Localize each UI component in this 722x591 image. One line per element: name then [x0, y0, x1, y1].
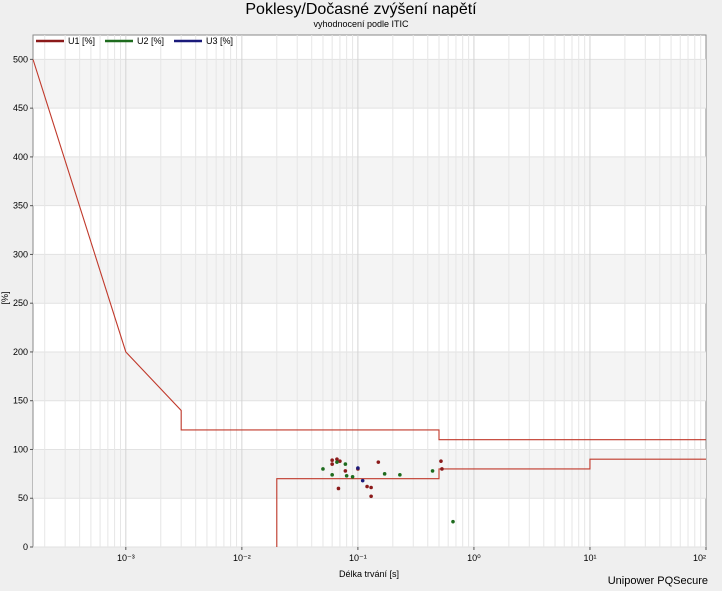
data-point-u1 [330, 458, 334, 463]
data-point-u2 [398, 473, 402, 477]
grid-band [33, 254, 706, 304]
y-axis-label: [%] [0, 291, 10, 304]
data-point-u3 [356, 466, 360, 470]
y-tick-label: 300 [13, 249, 28, 259]
legend-label-u3: U3 [%] [206, 36, 233, 46]
data-point-u1 [440, 467, 444, 471]
y-tick-label: 0 [23, 542, 28, 552]
data-point-u2 [350, 474, 355, 479]
y-tick-label: 250 [13, 298, 28, 308]
data-point-u2 [382, 472, 387, 476]
data-point-u2 [330, 473, 334, 477]
itic-chart: 050100150200250300350400450500 10⁻³ 10⁻² 1… [0, 34, 707, 579]
data-point-u2 [344, 474, 349, 478]
x-tick-label: 10⁻³ [117, 553, 135, 563]
x-axis-label: Délka trvání [s] [339, 569, 399, 579]
y-tick-label: 350 [13, 201, 28, 211]
x-tick-label: 10⁻² [233, 553, 251, 563]
y-axis-ticks: 0 50 100 150 200 250 300 350 400 450 500 [13, 54, 33, 552]
brand-label: Unipower PQSecure [607, 575, 708, 587]
data-point-u1 [336, 486, 341, 491]
x-tick-label: 10⁻¹ [349, 553, 367, 563]
data-point-u2 [335, 460, 339, 464]
y-tick-label: 100 [13, 444, 28, 454]
y-tick-label: 500 [13, 54, 28, 64]
legend-label-u1: U1 [%] [68, 36, 95, 46]
data-point-u3 [360, 478, 365, 483]
grid-band [33, 351, 706, 401]
x-axis-ticks: 10⁻³ 10⁻² 10⁻¹ 10⁰ 10¹ 10² [117, 547, 707, 563]
y-tick-label: 200 [13, 347, 28, 357]
data-point-u1 [376, 460, 381, 464]
y-tick-label: 450 [13, 103, 28, 113]
grid-band [33, 449, 706, 499]
legend-label-u2: U2 [%] [137, 36, 164, 46]
x-tick-label: 10⁰ [467, 553, 481, 563]
x-tick-label: 10¹ [583, 553, 596, 563]
data-point-u2 [430, 469, 435, 473]
data-point-u2 [451, 519, 455, 524]
y-tick-label: 150 [13, 396, 28, 406]
y-tick-label: 50 [18, 493, 28, 503]
data-point-u2 [343, 462, 348, 466]
grid-band [33, 59, 706, 109]
data-point-u1 [365, 484, 369, 489]
data-point-u1 [343, 469, 348, 473]
data-point-u1 [439, 459, 443, 463]
data-point-u1 [369, 494, 373, 499]
y-tick-label: 400 [13, 152, 28, 162]
grid-band [33, 156, 706, 206]
data-point-u1 [330, 462, 334, 466]
data-point-u1 [369, 485, 373, 490]
x-tick-label: 10² [693, 553, 706, 563]
data-point-u2 [321, 467, 325, 471]
